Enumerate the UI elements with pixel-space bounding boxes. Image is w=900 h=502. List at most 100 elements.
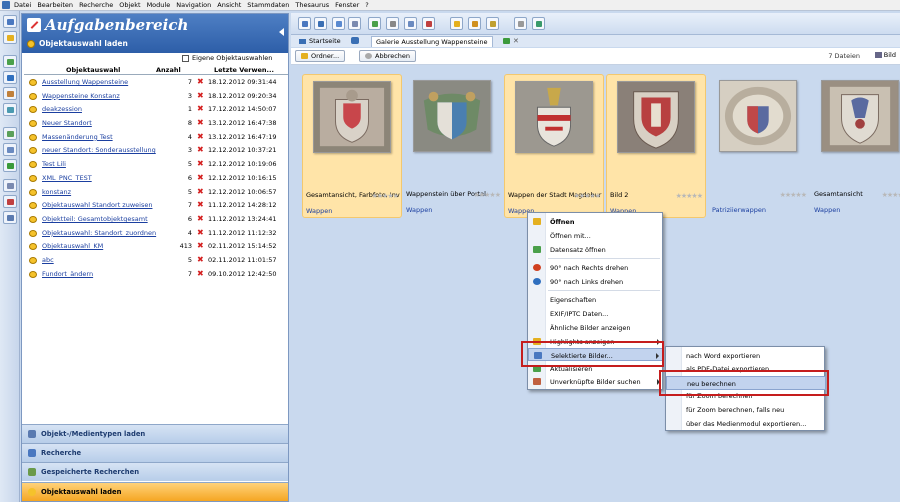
- delete-icon[interactable]: ✖: [197, 214, 204, 223]
- delete-icon[interactable]: ✖: [197, 132, 204, 141]
- thumbnail-image[interactable]: [413, 80, 491, 152]
- gallery-tile[interactable]: Wappenstein über Portal ★★★★★ Wappen: [403, 74, 503, 218]
- check-tool-button[interactable]: [3, 159, 17, 172]
- folder-up-icon[interactable]: [486, 17, 499, 30]
- delete-icon[interactable]: ✖: [197, 187, 204, 196]
- delete-icon[interactable]: ✖: [197, 228, 204, 237]
- collapse-arrow-icon[interactable]: [279, 28, 284, 36]
- table-row[interactable]: Neuer Standort 8 ✖ 13.12.2012 16:47:38: [24, 117, 288, 131]
- gallery-tile[interactable]: Gesamtansicht, Farbfoto, Inv ★★★★★ Wappe…: [302, 74, 402, 218]
- delete-icon[interactable]: ✖: [197, 145, 204, 154]
- thumbnail-image[interactable]: [719, 80, 797, 152]
- col-header-date[interactable]: Letzte Verwen...: [214, 66, 274, 74]
- help-icon[interactable]: [532, 17, 545, 30]
- table-row[interactable]: Ausstellung Wappensteine 7 ✖ 18.12.2012 09:…: [24, 76, 288, 90]
- chart-tool-button[interactable]: [3, 211, 17, 224]
- tab-home[interactable]: Startseite: [295, 36, 345, 47]
- delete-icon[interactable]: ✖: [197, 104, 204, 113]
- report-tool-button[interactable]: [3, 179, 17, 192]
- table-row[interactable]: Massenänderung Test 4 ✖ 13.12.2012 16:47:19: [24, 131, 288, 145]
- table-row[interactable]: neuer Standort: Sonderausstellung 3 ✖ 12.12…: [24, 144, 288, 158]
- view-select[interactable]: Bild: [874, 51, 896, 59]
- menu-item-rotate-right[interactable]: 90° nach Rechts drehen: [528, 261, 664, 274]
- row-name[interactable]: Fundort_ändern: [42, 270, 93, 278]
- delete-icon[interactable]: [422, 17, 435, 30]
- row-name[interactable]: Objektauswahl: Standort_zuordnen: [42, 229, 156, 237]
- delete-icon[interactable]: ✖: [197, 159, 204, 168]
- table-row[interactable]: abc 5 ✖ 02.11.2012 11:01:57: [24, 254, 288, 268]
- checkbox[interactable]: [182, 54, 189, 62]
- menu-item-exif[interactable]: EXIF/IPTC Daten...: [528, 307, 664, 320]
- row-name[interactable]: neuer Standort: Sonderausstellung: [42, 146, 156, 154]
- tree-tool-button[interactable]: [3, 127, 17, 140]
- note-tool-button[interactable]: [3, 31, 17, 44]
- search-tool-button[interactable]: [3, 15, 17, 28]
- print-icon[interactable]: [386, 17, 399, 30]
- menu-item-rotate-left[interactable]: 90° nach Links drehen: [528, 275, 664, 288]
- tab-gallery[interactable]: Galerie Ausstellung Wappensteine: [371, 36, 493, 47]
- nav-load-selection[interactable]: Objektauswahl laden: [22, 482, 288, 501]
- row-name[interactable]: XML_PNC_TEST: [42, 174, 92, 182]
- col-header-count[interactable]: Anzahl: [156, 66, 181, 74]
- menu-item-similar-images[interactable]: Ähnliche Bilder anzeigen: [528, 321, 664, 334]
- delete-icon[interactable]: ✖: [197, 255, 204, 264]
- rating-stars[interactable]: ★★★★★: [882, 191, 900, 199]
- cancel-button[interactable]: Abbrechen: [359, 50, 417, 62]
- table-row[interactable]: konstanz 5 ✖ 12.12.2012 10:06:57: [24, 186, 288, 200]
- nav-recherche[interactable]: Recherche: [22, 443, 288, 462]
- delete-icon[interactable]: ✖: [197, 77, 204, 86]
- row-name[interactable]: Objektauswahl Standort zuweisen: [42, 201, 152, 209]
- delete-icon[interactable]: ✖: [197, 91, 204, 100]
- row-name[interactable]: Neuer Standort: [42, 119, 92, 127]
- thumbnail-image[interactable]: [515, 81, 593, 153]
- menu-item-open-with[interactable]: Öffnen mit...: [528, 229, 664, 242]
- menu-item-export-word[interactable]: nach Word exportieren: [666, 349, 826, 363]
- row-name[interactable]: Massenänderung Test: [42, 133, 113, 141]
- folder-button[interactable]: Ordner...: [295, 50, 346, 62]
- menu-help[interactable]: ?: [365, 1, 368, 9]
- globe-tool-button[interactable]: [3, 71, 17, 84]
- row-name[interactable]: Test Lili: [42, 160, 66, 168]
- own-selections-checkbox[interactable]: Eigene Objektauswahlen: [182, 54, 272, 62]
- menu-objekt[interactable]: Objekt: [119, 1, 140, 9]
- menu-item-zoom-calc-new[interactable]: für Zoom berechnen, falls neu: [666, 403, 826, 417]
- menu-item-open-record[interactable]: Datensatz öffnen: [528, 243, 664, 256]
- menu-ansicht[interactable]: Ansicht: [217, 1, 241, 9]
- edit-icon[interactable]: [368, 17, 381, 30]
- copy-icon[interactable]: [404, 17, 417, 30]
- delete-icon[interactable]: ✖: [197, 269, 204, 278]
- table-row[interactable]: Wappensteine Konstanz 3 ✖ 18.12.2012 09:20:…: [24, 90, 288, 104]
- media-tool-button[interactable]: [3, 103, 17, 116]
- menu-recherche[interactable]: Recherche: [79, 1, 113, 9]
- list-icon[interactable]: [348, 17, 361, 30]
- gallery-tile[interactable]: Bild 2 ★★★★★ Wappen: [606, 74, 706, 218]
- row-name[interactable]: konstanz: [42, 188, 71, 196]
- thumbnail-image[interactable]: [821, 80, 899, 152]
- table-row[interactable]: Objektauswahl: Standort_zuordnen 4 ✖ 11.12.…: [24, 227, 288, 241]
- link-tool-button[interactable]: [3, 143, 17, 156]
- tools-icon[interactable]: [514, 17, 527, 30]
- nav-saved-searches[interactable]: Gespeicherte Recherchen: [22, 462, 288, 481]
- folder-icon[interactable]: [450, 17, 463, 30]
- thumbnail-image[interactable]: [313, 81, 391, 153]
- pen-tool-button[interactable]: [3, 195, 17, 208]
- table-row[interactable]: XML_PNC_TEST 6 ✖ 12.12.2012 10:16:15: [24, 172, 288, 186]
- rating-stars[interactable]: ★★★★★: [676, 192, 703, 200]
- row-name[interactable]: Wappensteine Konstanz: [42, 92, 120, 100]
- nav-object-media-types[interactable]: Objekt-/Medientypen laden: [22, 424, 288, 443]
- delete-icon[interactable]: ✖: [197, 200, 204, 209]
- table-row[interactable]: deakzession 1 ✖ 17.12.2012 14:50:07: [24, 103, 288, 117]
- grid-icon[interactable]: [332, 17, 345, 30]
- rating-stars[interactable]: ★★★★★: [780, 191, 807, 199]
- menu-item-open[interactable]: Öffnen: [528, 215, 664, 228]
- delete-icon[interactable]: ✖: [197, 173, 204, 182]
- table-row[interactable]: Objektauswahl_KM 413 ✖ 02.11.2012 15:14:52: [24, 240, 288, 254]
- menu-stammdaten[interactable]: Stammdaten: [247, 1, 289, 9]
- gallery-tile[interactable]: Gesamtansicht ★★★★★ Wappen: [811, 74, 900, 218]
- close-icon[interactable]: ✕: [513, 37, 519, 45]
- col-header-name[interactable]: Objektauswahl: [66, 66, 120, 74]
- menu-navigation[interactable]: Navigation: [176, 1, 211, 9]
- rating-stars[interactable]: ★★★★★: [574, 192, 601, 200]
- thumbnail-image[interactable]: [617, 81, 695, 153]
- back-icon[interactable]: [351, 37, 359, 44]
